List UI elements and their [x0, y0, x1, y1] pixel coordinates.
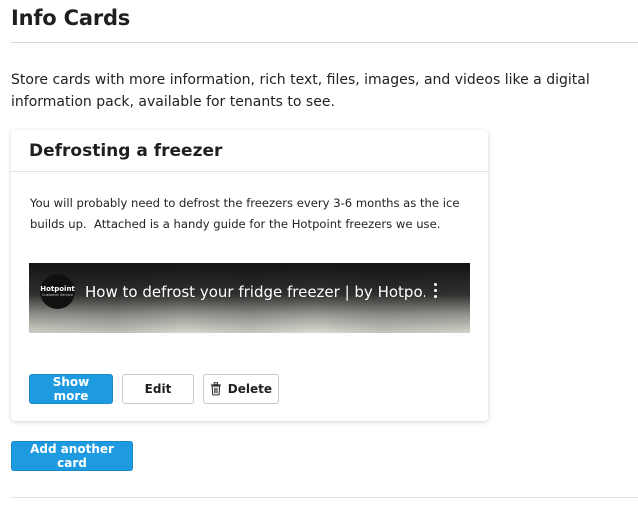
title-divider — [11, 42, 638, 43]
card-body: You will probably need to defrost the fr… — [30, 196, 464, 231]
page-intro: Store cards with more information, rich … — [11, 72, 590, 110]
edit-button[interactable]: Edit — [122, 374, 194, 404]
delete-button-label: Delete — [227, 382, 272, 396]
info-card: Defrosting a freezer You will probably n… — [11, 130, 488, 421]
card-title: Defrosting a freezer — [29, 141, 223, 161]
kebab-menu-icon[interactable] — [431, 283, 439, 301]
card-divider — [11, 171, 488, 172]
video-title[interactable]: How to defrost your fridge freezer | by … — [85, 283, 425, 301]
channel-logo-text: Hotpoint — [40, 285, 75, 293]
show-more-button[interactable]: Show more — [29, 374, 113, 404]
bottom-divider — [11, 497, 638, 498]
channel-logo-subtext: Customer Service — [41, 293, 74, 297]
page-title: Info Cards — [11, 6, 131, 30]
video-embed[interactable]: Hotpoint Customer Service How to defrost… — [29, 263, 470, 333]
add-another-card-button[interactable]: Add another card — [11, 441, 133, 471]
delete-button[interactable]: Delete — [203, 374, 279, 404]
channel-logo[interactable]: Hotpoint Customer Service — [40, 274, 75, 309]
trash-icon — [210, 382, 221, 396]
